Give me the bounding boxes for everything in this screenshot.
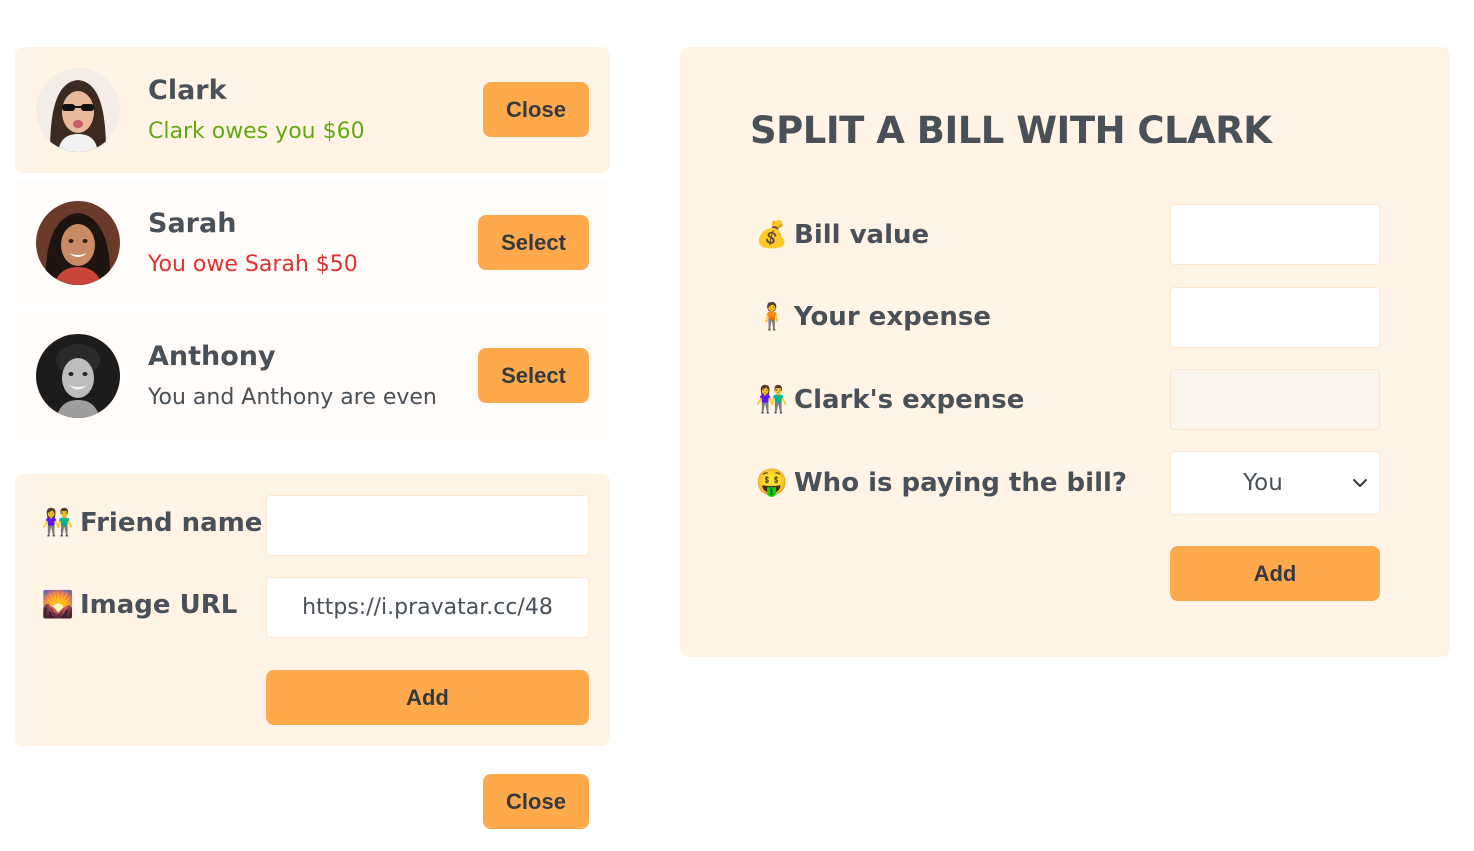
avatar-clark [36,68,120,152]
split-bill-add-button[interactable]: Add [1170,546,1380,601]
bill-value-label: Bill value [794,220,930,250]
image-url-input[interactable] [266,577,589,638]
friend-expense-label: Clark's expense [794,385,1025,415]
friend-item-anthony: Anthony You and Anthony are even Select [15,313,610,439]
add-friend-form: 👫 Friend name 🌄 Image URL Add [15,474,610,746]
friend-list: Clark Clark owes you $60 Close Sarah You… [15,47,610,439]
split-bill-form: SPLIT A BILL WITH CLARK 💰 Bill value 🧍 Y… [680,47,1450,657]
friend-balance-status: Clark owes you $60 [148,119,365,144]
image-url-label: Image URL [80,590,238,620]
friend-item-sarah: Sarah You owe Sarah $50 Select [15,180,610,306]
close-friend-button[interactable]: Close [483,82,589,137]
select-friend-button[interactable]: Select [478,348,589,403]
avatar-anthony [36,334,120,418]
bill-value-input[interactable] [1170,204,1380,265]
payer-row: 🤑 Who is paying the bill? [750,468,1127,498]
payer-select[interactable]: You [1170,451,1380,515]
split-bill-title: SPLIT A BILL WITH CLARK [750,109,1272,152]
friend-name-label: Friend name [80,508,263,538]
money-mouth-face-icon: 🤑 [755,468,789,498]
friend-name-row: 👫 Friend name [36,508,263,538]
friend-expense-row: 👫 Clark's expense [750,385,1025,415]
standing-person-icon: 🧍 [755,302,789,332]
close-add-friend-button[interactable]: Close [483,774,589,829]
money-bag-icon: 💰 [755,220,789,250]
landscape-picture-icon: 🌄 [41,590,75,620]
avatar-sarah [36,201,120,285]
friend-expense-input [1170,369,1380,430]
friend-name-input[interactable] [266,495,589,556]
payer-label: Who is paying the bill? [794,468,1127,498]
two-people-icon: 👫 [755,385,789,415]
friend-balance-status: You owe Sarah $50 [148,252,358,277]
two-people-icon: 👫 [41,508,75,538]
image-url-row: 🌄 Image URL [36,590,238,620]
your-expense-label: Your expense [794,302,991,332]
friend-item-clark: Clark Clark owes you $60 Close [15,47,610,173]
chevron-down-icon [1353,479,1367,487]
bill-value-row: 💰 Bill value [750,220,929,250]
friend-balance-status: You and Anthony are even [148,385,437,410]
friend-name: Clark [148,75,227,106]
your-expense-input[interactable] [1170,287,1380,348]
payer-selected-value: You [1243,470,1283,496]
your-expense-row: 🧍 Your expense [750,302,991,332]
add-friend-button[interactable]: Add [266,670,589,725]
friend-name: Sarah [148,208,237,239]
select-friend-button[interactable]: Select [478,215,589,270]
friend-name: Anthony [148,341,276,372]
